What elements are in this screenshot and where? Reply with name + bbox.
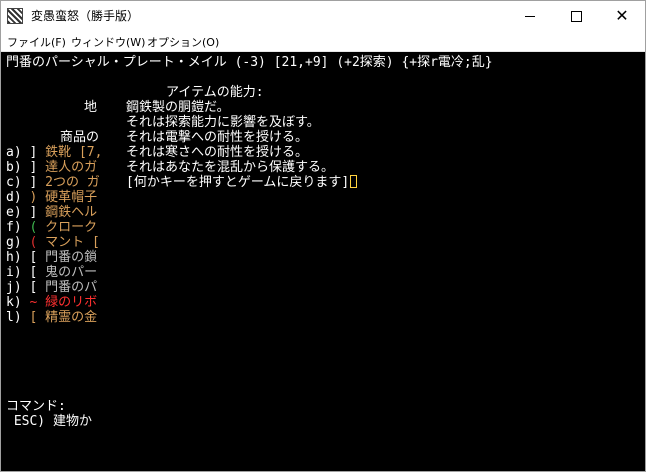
- esc-hint[interactable]: ESC) 建物か: [6, 414, 92, 429]
- inventory-item[interactable]: b) ] 達人のガ: [6, 160, 97, 175]
- inventory-item[interactable]: j) [ 門番のパ: [6, 280, 97, 295]
- info-line: それは電撃への耐性を授ける。: [126, 130, 309, 145]
- inventory-key: a) ]: [6, 145, 38, 160]
- maximize-icon: [570, 10, 582, 22]
- inventory-name: 硬革帽子: [45, 190, 98, 205]
- menu-options[interactable]: オプション(O): [147, 34, 219, 50]
- menu-window[interactable]: ウィンドウ(W): [71, 34, 145, 50]
- item-abilities-title: アイテムの能力:: [166, 85, 264, 100]
- inventory-item[interactable]: f) ( クローク: [6, 220, 97, 235]
- inventory-name: 門番のパ: [45, 280, 98, 295]
- inventory-item[interactable]: e) ] 鋼鉄ヘル: [6, 205, 97, 220]
- key-prompt: [何かキーを押すとゲームに戻ります]: [126, 175, 350, 190]
- inventory-name: 2つの ガ: [45, 175, 100, 190]
- game-screen[interactable]: 門番のパーシャル・プレート・メイル (-3) [21,+9] (+2探索) {+…: [2, 52, 644, 471]
- inventory-key: j) [: [6, 280, 38, 295]
- inventory-key: d) ): [6, 190, 38, 205]
- text-cursor: [350, 175, 358, 188]
- minimize-icon: [525, 15, 535, 17]
- inventory-name: 精霊の金: [45, 310, 98, 325]
- prompt-line: [何かキーを押すとゲームに戻ります]: [126, 175, 358, 190]
- item-status-line: 門番のパーシャル・プレート・メイル (-3) [21,+9] (+2探索) {+…: [6, 55, 493, 70]
- inventory-name: 緑のリボ: [45, 295, 98, 310]
- inventory-key: g) (: [6, 235, 38, 250]
- goods-label: 商品の: [60, 130, 100, 145]
- inventory-name: マント [: [45, 235, 100, 250]
- close-icon: ✕: [615, 6, 629, 25]
- inventory-key: l) [: [6, 310, 38, 325]
- inventory-name: 達人のガ: [45, 160, 98, 175]
- inventory-name: クローク: [45, 220, 98, 235]
- inventory-item[interactable]: k) ~ 緑のリボ: [6, 295, 97, 310]
- inventory-name: 鬼のパー: [45, 265, 98, 280]
- window-title: 変愚蛮怒（勝手版）: [31, 9, 140, 23]
- menu-file[interactable]: ファイル(F): [7, 34, 66, 50]
- ground-label: 地: [84, 100, 98, 115]
- inventory-key: f) (: [6, 220, 38, 235]
- inventory-key: h) [: [6, 250, 38, 265]
- info-line: 鋼鉄製の胴鎧だ。: [126, 100, 230, 115]
- inventory-item[interactable]: g) ( マント [: [6, 235, 100, 250]
- info-line: それは寒さへの耐性を授ける。: [126, 145, 309, 160]
- inventory-item[interactable]: c) ] 2つの ガ: [6, 175, 100, 190]
- inventory-name: 鋼鉄ヘル: [45, 205, 98, 220]
- inventory-item[interactable]: i) [ 鬼のパー: [6, 265, 97, 280]
- inventory-key: e) ]: [6, 205, 38, 220]
- inventory-item[interactable]: h) [ 門番の鎖: [6, 250, 97, 265]
- info-line: それは探索能力に影響を及ぼす。: [126, 115, 320, 130]
- inventory-item[interactable]: a) ] 鉄靴 [7,: [6, 145, 102, 160]
- maximize-button[interactable]: [553, 1, 599, 31]
- inventory-name: 門番の鎖: [45, 250, 98, 265]
- inventory-key: k) ~: [6, 295, 38, 310]
- command-label: コマンド:: [6, 399, 66, 414]
- inventory-item[interactable]: d) ) 硬革帽子: [6, 190, 97, 205]
- menu-bar: ファイル(F) ウィンドウ(W) オプション(O): [1, 31, 645, 52]
- title-bar[interactable]: 変愚蛮怒（勝手版） ✕: [1, 1, 645, 31]
- inventory-item[interactable]: l) [ 精霊の金: [6, 310, 97, 325]
- close-button[interactable]: ✕: [599, 1, 645, 31]
- inventory-key: c) ]: [6, 175, 38, 190]
- game-window: 変愚蛮怒（勝手版） ✕ ファイル(F) ウィンドウ(W) オプション(O) 門番…: [0, 0, 646, 472]
- info-line: それはあなたを混乱から保護する。: [126, 160, 335, 175]
- inventory-key: i) [: [6, 265, 38, 280]
- app-icon[interactable]: [7, 8, 23, 24]
- inventory-name: 鉄靴 [7,: [45, 145, 103, 160]
- minimize-button[interactable]: [507, 1, 553, 31]
- inventory-key: b) ]: [6, 160, 38, 175]
